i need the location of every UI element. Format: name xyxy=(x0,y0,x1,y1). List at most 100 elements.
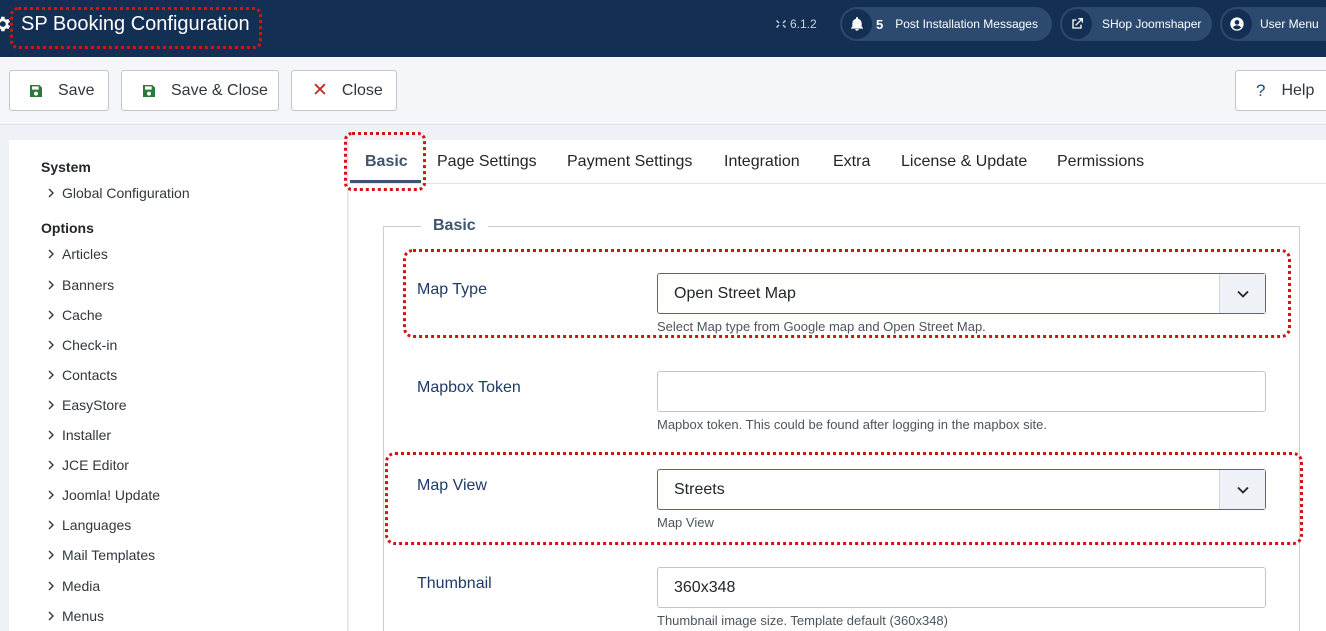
close-label: Close xyxy=(341,81,383,99)
save-icon xyxy=(143,84,155,97)
tab-bar: Basic Page Settings Payment Settings Int… xyxy=(344,132,1326,191)
chevron-right-icon xyxy=(48,280,54,290)
help-label: Help xyxy=(1281,81,1315,99)
external-link-icon xyxy=(1072,18,1083,29)
bell-icon xyxy=(851,17,863,31)
sidebar-item-cache[interactable]: Cache xyxy=(46,307,102,323)
main-content: Basic Page Settings Payment Settings Int… xyxy=(344,132,1326,631)
chevron-right-icon xyxy=(48,581,54,591)
map-view-description: Map View xyxy=(657,515,714,530)
version-number: 6.1.2 xyxy=(790,17,817,31)
chevron-right-icon xyxy=(48,611,54,621)
help-button[interactable]: ? Help xyxy=(1235,70,1326,111)
sidebar-item-global-configuration[interactable]: Global Configuration xyxy=(46,185,190,201)
tab-integration[interactable]: Integration xyxy=(724,153,800,171)
title-highlight-box xyxy=(10,7,262,49)
chevron-right-icon xyxy=(48,490,54,500)
thumbnail-label: Thumbnail xyxy=(417,575,492,592)
sidebar-item-label: Media xyxy=(62,578,101,594)
sidebar-item-label: JCE Editor xyxy=(62,457,129,473)
sidebar-item-mail-templates[interactable]: Mail Templates xyxy=(46,547,155,563)
close-icon: ✕ xyxy=(312,80,328,101)
chevron-right-icon xyxy=(48,400,54,410)
help-icon: ? xyxy=(1256,80,1266,100)
chevron-right-icon xyxy=(48,370,54,380)
chevron-right-icon xyxy=(48,460,54,470)
sidebar-heading-options: Options xyxy=(41,220,94,236)
sidebar-item-label: Mail Templates xyxy=(62,547,156,563)
map-type-value: Open Street Map xyxy=(674,284,796,302)
user-menu-button[interactable]: User Menu xyxy=(1220,7,1326,41)
tab-license-update[interactable]: License & Update xyxy=(901,153,1027,171)
sidebar-item-label: Cache xyxy=(62,307,103,323)
sidebar-item-label: Check-in xyxy=(62,337,118,353)
sidebar-item-label: EasyStore xyxy=(62,397,127,413)
thumbnail-value: 360x348 xyxy=(674,578,736,596)
map-type-label: Map Type xyxy=(417,281,487,298)
sidebar-item-installer[interactable]: Installer xyxy=(46,427,111,443)
sidebar-item-label: Articles xyxy=(62,246,108,262)
chevron-right-icon xyxy=(48,310,54,320)
chevron-down-icon xyxy=(1236,290,1249,298)
tab-permissions[interactable]: Permissions xyxy=(1057,153,1144,171)
save-and-close-button[interactable]: Save & Close xyxy=(121,70,279,111)
tab-extra[interactable]: Extra xyxy=(833,153,870,171)
save-and-close-label: Save & Close xyxy=(171,81,268,99)
save-icon xyxy=(30,84,42,97)
toolbar: Save Save & Close ✕ Close ? Help xyxy=(0,57,1326,125)
post-installation-messages-button[interactable]: 5 Post Installation Messages xyxy=(840,7,1052,41)
user-menu-label: User Menu xyxy=(1260,17,1319,31)
chevron-down-icon xyxy=(1236,486,1249,494)
sidebar-item-media[interactable]: Media xyxy=(46,578,100,594)
map-view-label: Map View xyxy=(417,477,487,494)
sidebar-item-label: Banners xyxy=(62,277,115,293)
chevron-right-icon xyxy=(48,249,54,259)
sidebar-item-label: Contacts xyxy=(62,367,118,383)
site-link-button[interactable]: SHop Joomshaper xyxy=(1060,7,1212,41)
map-view-value: Streets xyxy=(674,480,725,498)
sidebar-item-label: Languages xyxy=(62,517,132,533)
sidebar-item-menus[interactable]: Menus xyxy=(46,608,104,624)
top-header: SP Booking Configuration 6.1.2 5 Post In… xyxy=(0,0,1326,57)
sidebar-heading-system: System xyxy=(41,159,91,175)
map-type-description: Select Map type from Google map and Open… xyxy=(657,319,986,334)
notification-label: Post Installation Messages xyxy=(895,17,1038,31)
tab-payment-settings[interactable]: Payment Settings xyxy=(567,153,692,171)
user-icon xyxy=(1230,17,1244,31)
map-type-select[interactable]: Open Street Map xyxy=(657,273,1266,314)
chevron-right-icon xyxy=(48,430,54,440)
joomla-icon xyxy=(776,20,786,28)
chevron-right-icon xyxy=(48,520,54,530)
chevron-right-icon xyxy=(48,340,54,350)
sidebar-item-check-in[interactable]: Check-in xyxy=(46,337,117,353)
sidebar-item-label: Joomla! Update xyxy=(62,487,161,503)
mapbox-token-description: Mapbox token. This could be found after … xyxy=(657,417,1048,432)
sidebar-item-contacts[interactable]: Contacts xyxy=(46,367,117,383)
close-button[interactable]: ✕ Close xyxy=(291,70,397,111)
sidebar-item-label: Global Configuration xyxy=(62,185,190,201)
sidebar-item-easystore[interactable]: EasyStore xyxy=(46,397,127,413)
tab-highlight-box xyxy=(344,132,426,191)
fieldset-legend: Basic xyxy=(421,217,488,235)
tab-page-settings[interactable]: Page Settings xyxy=(437,153,537,171)
sidebar-item-joomla-update[interactable]: Joomla! Update xyxy=(46,487,160,503)
thumbnail-input[interactable]: 360x348 xyxy=(657,567,1266,608)
notification-count: 5 xyxy=(876,16,884,32)
mapbox-token-label: Mapbox Token xyxy=(417,379,521,396)
chevron-right-icon xyxy=(48,188,54,198)
mapbox-token-input[interactable] xyxy=(657,371,1266,412)
sidebar-item-label: Menus xyxy=(62,608,105,624)
chevron-right-icon xyxy=(48,550,54,560)
sidebar-item-articles[interactable]: Articles xyxy=(46,246,108,262)
version-info: 6.1.2 xyxy=(775,17,817,31)
thumbnail-description: Thumbnail image size. Template default (… xyxy=(657,613,948,628)
site-link-label: SHop Joomshaper xyxy=(1102,17,1202,31)
sidebar-item-banners[interactable]: Banners xyxy=(46,277,114,293)
map-view-select[interactable]: Streets xyxy=(657,469,1266,510)
sidebar-item-jce-editor[interactable]: JCE Editor xyxy=(46,457,129,473)
sidebar-item-languages[interactable]: Languages xyxy=(46,517,131,533)
sidebar: System Global Configuration Options Arti… xyxy=(9,140,348,631)
save-button[interactable]: Save xyxy=(9,70,109,111)
sidebar-item-label: Installer xyxy=(62,427,112,443)
save-label: Save xyxy=(58,81,95,99)
